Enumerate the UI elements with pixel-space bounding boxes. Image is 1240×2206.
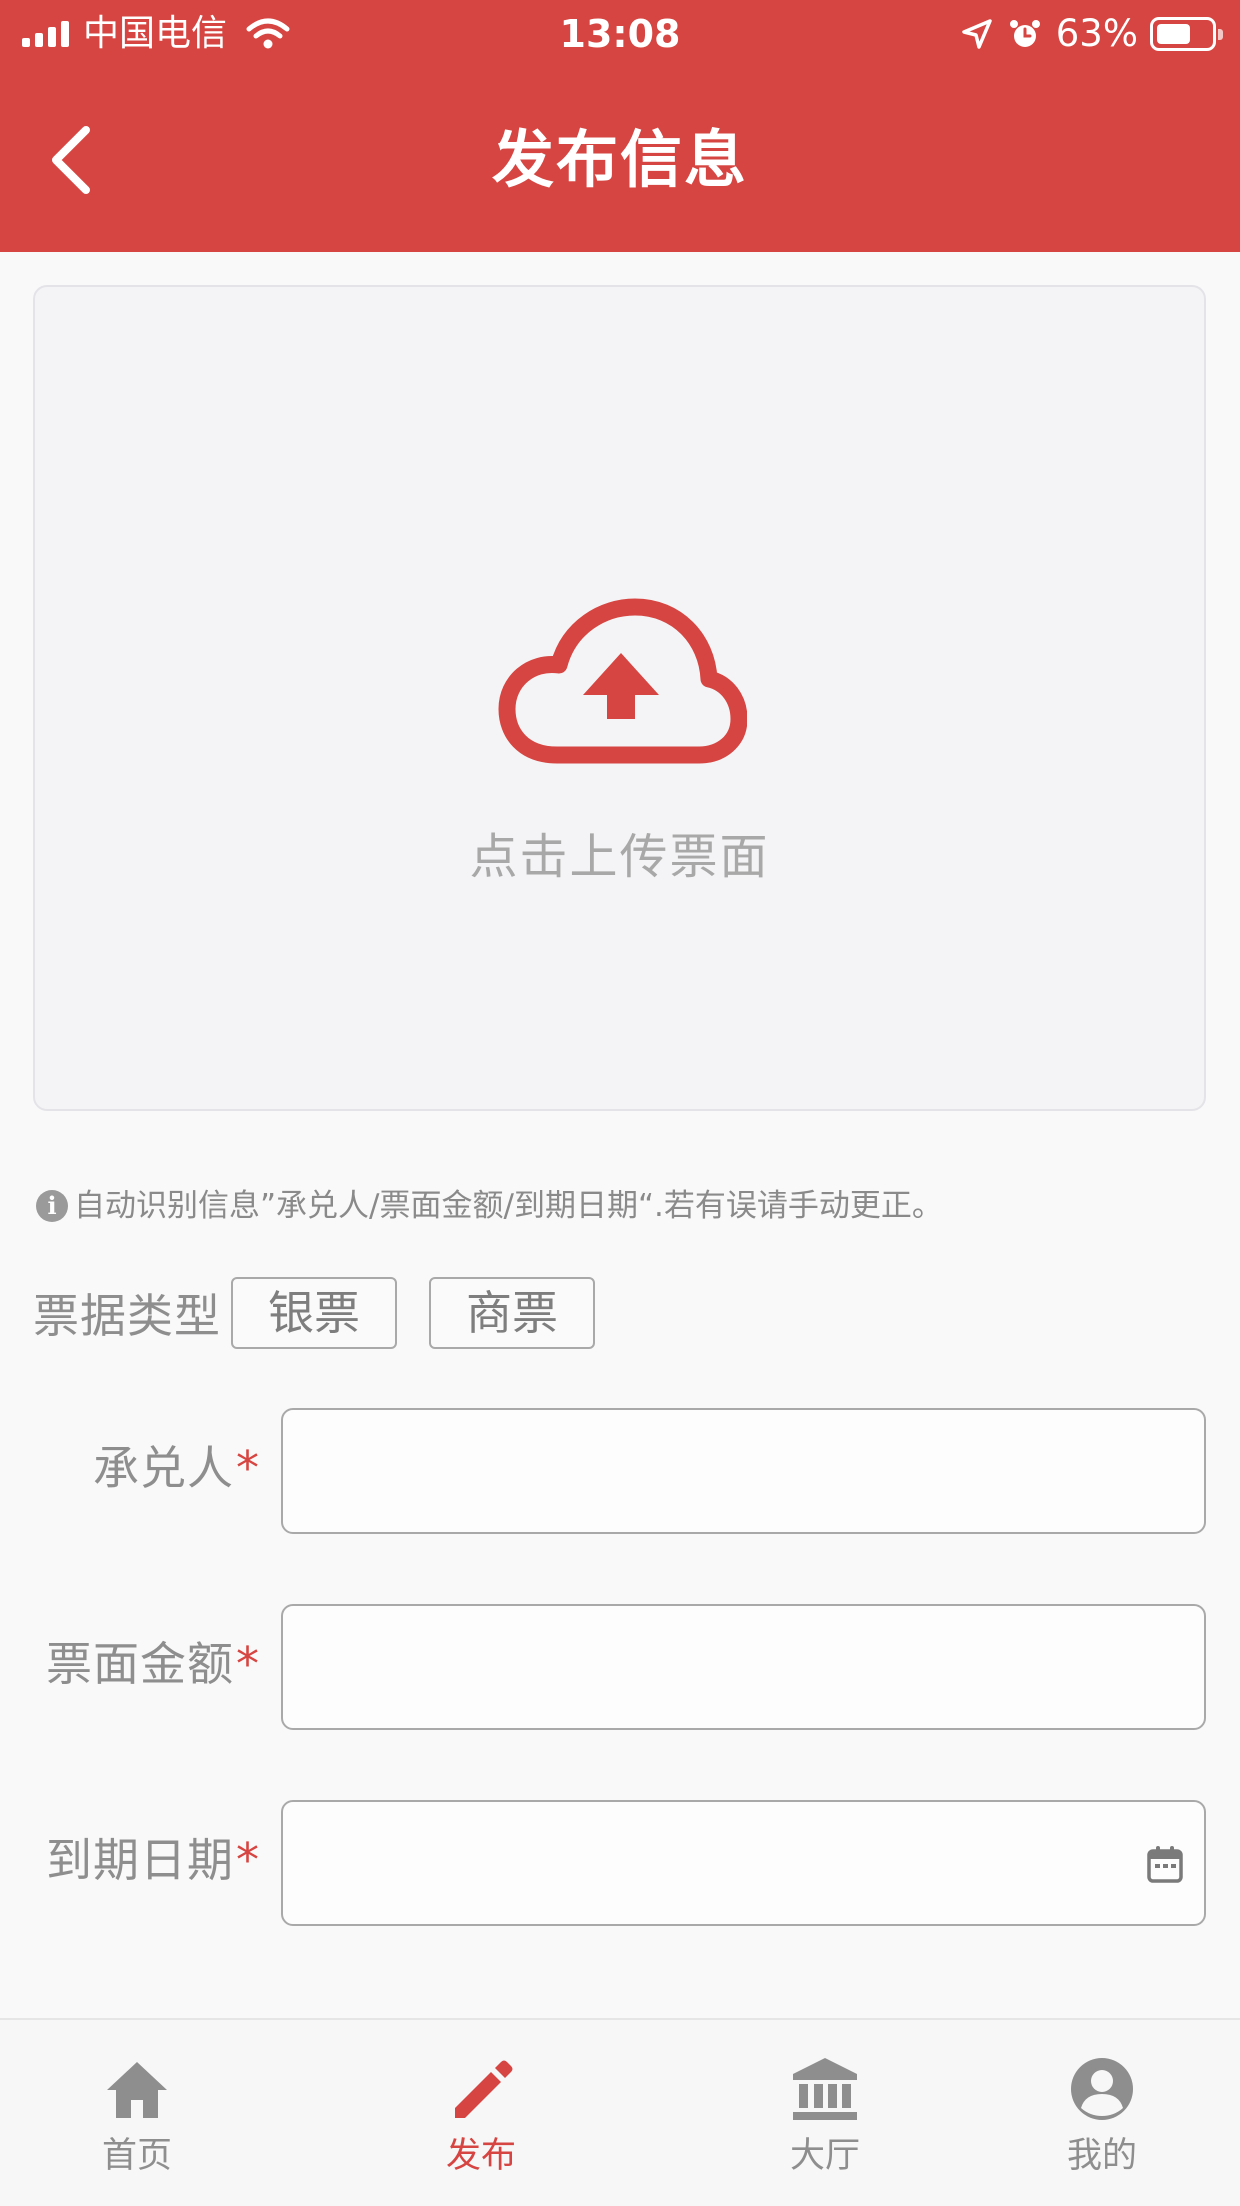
page-title: 发布信息 xyxy=(491,123,748,196)
bill-type-bank-button[interactable]: 银票 xyxy=(231,1277,397,1349)
acceptor-input[interactable] xyxy=(281,1408,1206,1534)
calendar-icon[interactable] xyxy=(1146,1844,1184,1884)
tab-hall-label: 大厅 xyxy=(789,2136,860,2176)
nav-bar: 发布信息 xyxy=(0,68,1240,252)
bill-type-label: 票据类型 xyxy=(33,1289,221,1343)
alarm-clock-icon xyxy=(1009,20,1040,47)
user-icon xyxy=(1071,2058,1133,2120)
bill-type-commercial-button[interactable]: 商票 xyxy=(429,1277,595,1349)
tab-mine[interactable]: 我的 xyxy=(1002,2056,1202,2186)
home-icon xyxy=(107,2062,167,2118)
required-mark: * xyxy=(236,1441,260,1495)
acceptor-label: 承兑人* xyxy=(93,1438,260,1498)
face-amount-label-text: 票面金额 xyxy=(46,1637,234,1691)
tab-bar: 首页 发布 大厅 我的 xyxy=(0,2018,1240,2206)
battery-percent: 63% xyxy=(1055,12,1138,55)
location-arrow-icon xyxy=(962,19,992,49)
upload-label: 点击上传票面 xyxy=(469,829,770,885)
hint: i 自动识别信息”承兑人/票面金额/到期日期“.若有误请手动更正。 xyxy=(36,1184,943,1228)
upload-area[interactable]: 点击上传票面 xyxy=(33,285,1206,1111)
cloud-upload-icon xyxy=(498,598,747,764)
due-date-label-text: 到期日期 xyxy=(46,1833,234,1887)
info-icon: i xyxy=(36,1190,68,1222)
required-mark: * xyxy=(236,1833,260,1887)
due-date-input[interactable] xyxy=(281,1800,1206,1926)
tab-home-label: 首页 xyxy=(101,2136,172,2176)
status-right: 63% xyxy=(960,12,1223,55)
battery-icon xyxy=(1150,17,1223,51)
hint-text: 自动识别信息”承兑人/票面金额/到期日期“.若有误请手动更正。 xyxy=(74,1188,943,1224)
tab-home[interactable]: 首页 xyxy=(37,2056,237,2186)
required-mark: * xyxy=(236,1637,260,1691)
tab-publish-label: 发布 xyxy=(445,2136,516,2176)
tab-hall[interactable]: 大厅 xyxy=(725,2056,925,2186)
tab-publish[interactable]: 发布 xyxy=(381,2056,581,2186)
status-bar: 中国电信 13:08 63% xyxy=(0,0,1240,68)
due-date-label: 到期日期* xyxy=(46,1830,260,1890)
tab-mine-label: 我的 xyxy=(1066,2136,1137,2176)
acceptor-label-text: 承兑人 xyxy=(93,1441,234,1495)
pencil-icon xyxy=(455,2060,513,2118)
face-amount-label: 票面金额* xyxy=(46,1634,260,1694)
face-amount-input[interactable] xyxy=(281,1604,1206,1730)
bank-icon xyxy=(793,2058,857,2120)
